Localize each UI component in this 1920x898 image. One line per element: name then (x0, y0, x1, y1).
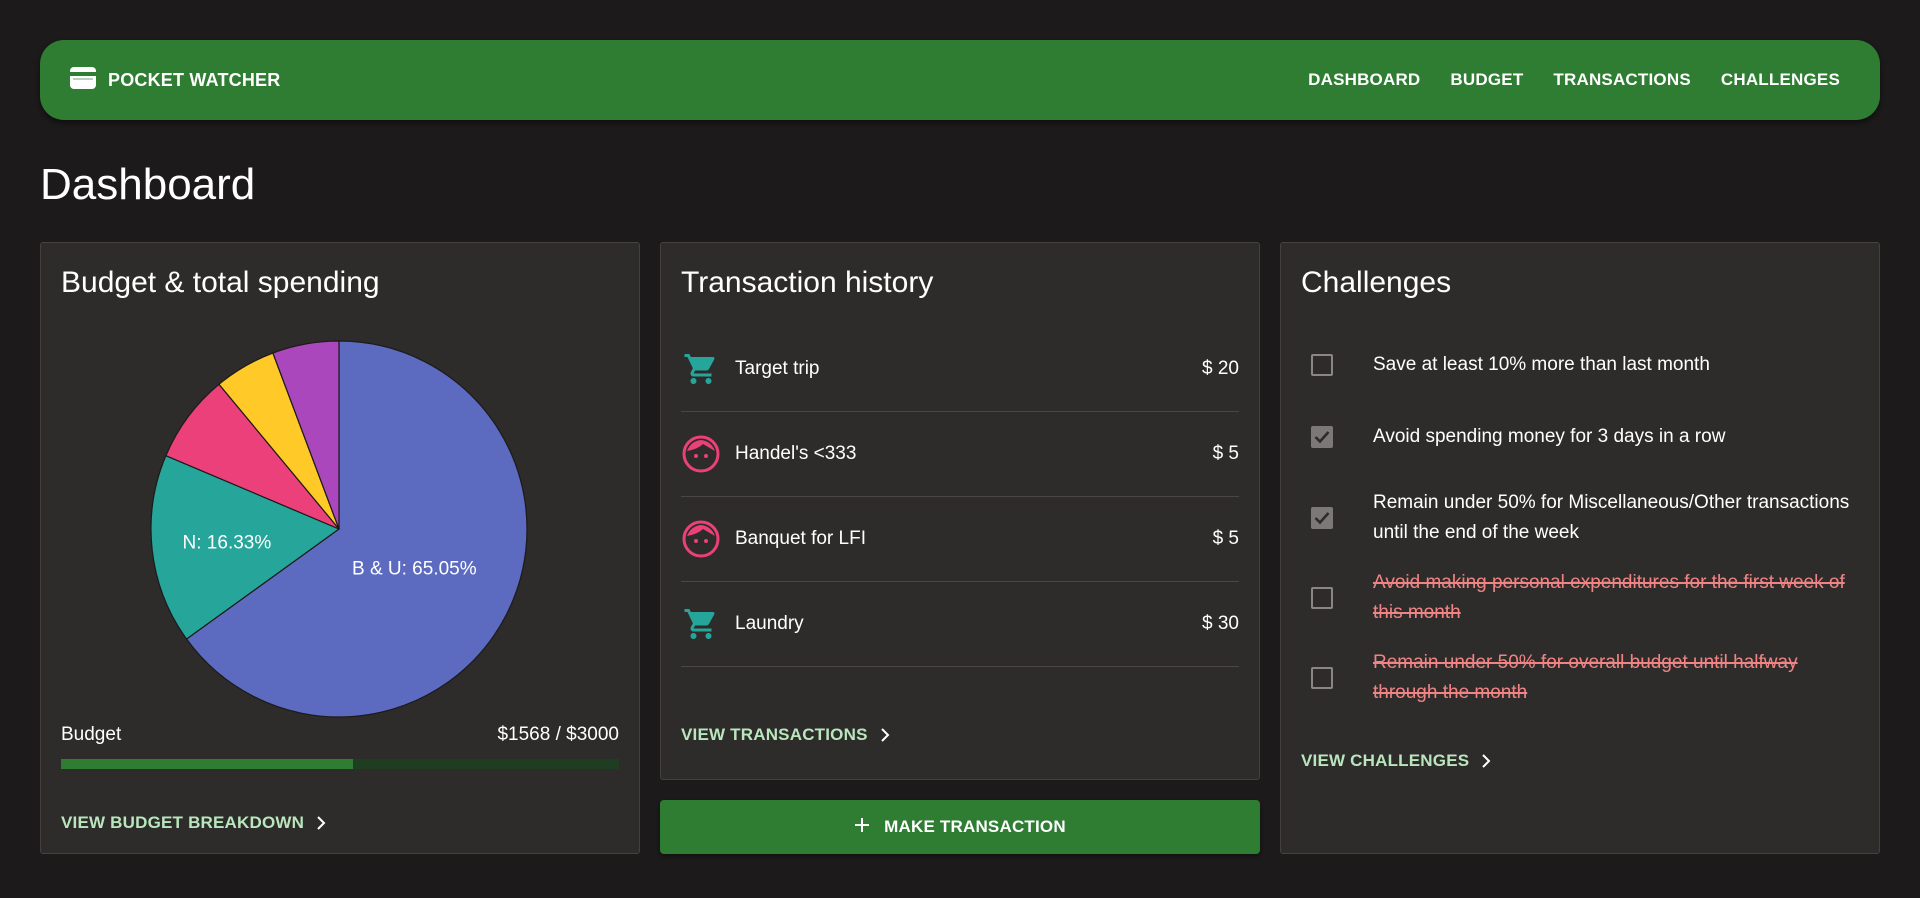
transaction-name: Laundry (735, 613, 804, 634)
budget-label: Budget (61, 724, 122, 745)
page-title: Dashboard (40, 160, 256, 209)
transactions-card: Transaction history Target trip $ 20 Han… (660, 242, 1260, 780)
challenge-checkbox[interactable] (1311, 354, 1333, 376)
nav-challenges[interactable]: CHALLENGES (1721, 70, 1840, 90)
transaction-row[interactable]: Banquet for LFI $ 5 (681, 497, 1239, 582)
budget-card-title: Budget & total spending (61, 266, 380, 299)
challenge-item: Avoid making personal expenditures for t… (1311, 568, 1861, 628)
transaction-amount: $ 30 (1202, 613, 1239, 634)
chevron-right-icon (880, 728, 890, 742)
view-budget-breakdown-button[interactable]: VIEW BUDGET BREAKDOWN (61, 813, 326, 833)
nav-dashboard[interactable]: DASHBOARD (1308, 70, 1420, 90)
challenge-text: Remain under 50% for overall budget unti… (1373, 652, 1798, 703)
challenge-item: Remain under 50% for Miscellaneous/Other… (1311, 488, 1861, 548)
shopping-cart-icon (681, 604, 721, 644)
challenge-text: Avoid spending money for 3 days in a row (1373, 426, 1726, 447)
budget-pie-chart: B & U: 65.05% N: 16.33% (150, 340, 528, 718)
app-bar: POCKET WATCHER DASHBOARD BUDGET TRANSACT… (40, 40, 1880, 120)
brand[interactable]: POCKET WATCHER (70, 66, 281, 94)
transaction-amount: $ 5 (1212, 443, 1239, 464)
main-nav: DASHBOARD BUDGET TRANSACTIONS CHALLENGES (1308, 70, 1840, 90)
challenge-checkbox[interactable] (1311, 507, 1333, 529)
transactions-card-title: Transaction history (681, 266, 934, 299)
make-transaction-label: MAKE TRANSACTION (884, 817, 1066, 836)
budget-progress-fill (61, 759, 353, 769)
budget-amount: $1568 / $3000 (497, 724, 619, 745)
view-challenges-label: VIEW CHALLENGES (1301, 751, 1470, 770)
view-transactions-button[interactable]: VIEW TRANSACTIONS (681, 725, 890, 745)
plus-icon (854, 817, 870, 838)
challenge-checkbox[interactable] (1311, 426, 1333, 448)
pie-slice-label: B & U: 65.05% (352, 559, 477, 580)
challenge-checkbox[interactable] (1311, 667, 1333, 689)
transaction-row[interactable]: Handel's <333 $ 5 (681, 412, 1239, 497)
challenges-card: Challenges Save at least 10% more than l… (1280, 242, 1880, 854)
nav-budget[interactable]: BUDGET (1450, 70, 1523, 90)
transaction-row[interactable]: Laundry $ 30 (681, 582, 1239, 667)
transaction-list: Target trip $ 20 Handel's <333 $ 5 Banqu… (681, 327, 1239, 667)
shopping-cart-icon (681, 349, 721, 389)
make-transaction-button[interactable]: MAKE TRANSACTION (660, 800, 1260, 854)
transaction-amount: $ 20 (1202, 358, 1239, 379)
budget-progress-bar (61, 759, 619, 769)
transaction-amount: $ 5 (1212, 528, 1239, 549)
transaction-name: Handel's <333 (735, 443, 857, 464)
face-icon (681, 434, 721, 474)
nav-transactions[interactable]: TRANSACTIONS (1553, 70, 1690, 90)
transaction-name: Target trip (735, 358, 820, 379)
view-challenges-button[interactable]: VIEW CHALLENGES (1301, 751, 1491, 771)
challenge-item: Avoid spending money for 3 days in a row (1311, 422, 1861, 452)
view-transactions-label: VIEW TRANSACTIONS (681, 725, 868, 744)
check-icon (1314, 512, 1330, 525)
challenge-checkbox[interactable] (1311, 587, 1333, 609)
face-icon (681, 519, 721, 559)
brand-label: POCKET WATCHER (108, 69, 281, 90)
pie-slice-label: N: 16.33% (183, 533, 272, 554)
chevron-right-icon (316, 816, 326, 830)
transaction-name: Banquet for LFI (735, 528, 866, 549)
wallet-icon (70, 66, 96, 94)
challenges-card-title: Challenges (1301, 266, 1452, 299)
challenge-item: Remain under 50% for overall budget unti… (1311, 648, 1861, 708)
challenge-item: Save at least 10% more than last month (1311, 350, 1861, 380)
budget-card: Budget & total spending B & U: 65.05% N: … (40, 242, 640, 854)
challenge-text: Remain under 50% for Miscellaneous/Other… (1373, 492, 1850, 543)
check-icon (1314, 431, 1330, 444)
chevron-right-icon (1481, 754, 1491, 768)
view-budget-breakdown-label: VIEW BUDGET BREAKDOWN (61, 813, 305, 832)
challenge-text: Save at least 10% more than last month (1373, 354, 1710, 375)
transaction-row[interactable]: Target trip $ 20 (681, 327, 1239, 412)
challenge-text: Avoid making personal expenditures for t… (1373, 572, 1845, 623)
